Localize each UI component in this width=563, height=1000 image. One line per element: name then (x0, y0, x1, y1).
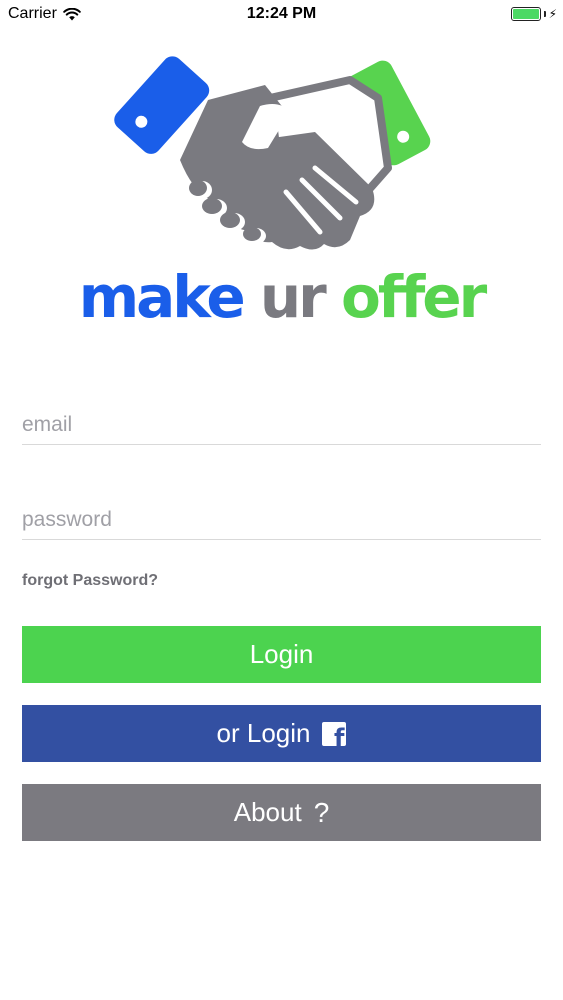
login-button-label: Login (249, 639, 314, 669)
battery-icon (510, 7, 541, 21)
status-bar: Carrier 12:24 PM ⚡ (0, 0, 563, 30)
login-button[interactable]: Login (22, 626, 541, 683)
forgot-password-link[interactable]: forgot Password? (22, 572, 158, 590)
handshake-logo-icon (110, 40, 455, 265)
status-time: 12:24 PM (246, 5, 317, 22)
question-icon: ? (313, 796, 330, 828)
logo-word-make: make (78, 263, 246, 331)
battery-fill (512, 9, 539, 19)
facebook-login-button[interactable]: or Login f (22, 705, 541, 762)
logo-wordmark: make ur offer (0, 262, 563, 332)
about-button[interactable]: About ? (22, 784, 541, 841)
battery-indicator: ⚡ (510, 7, 557, 21)
email-field[interactable] (22, 405, 541, 445)
bolt-icon: ⚡ (548, 7, 557, 21)
battery-tip (543, 11, 546, 17)
facebook-icon: f (322, 721, 347, 746)
about-button-label: About (233, 797, 302, 827)
logo-word-ur: ur (259, 263, 327, 331)
logo-word-offer: offer (340, 263, 487, 331)
facebook-login-label: or Login (216, 718, 311, 748)
password-field[interactable] (22, 500, 541, 540)
